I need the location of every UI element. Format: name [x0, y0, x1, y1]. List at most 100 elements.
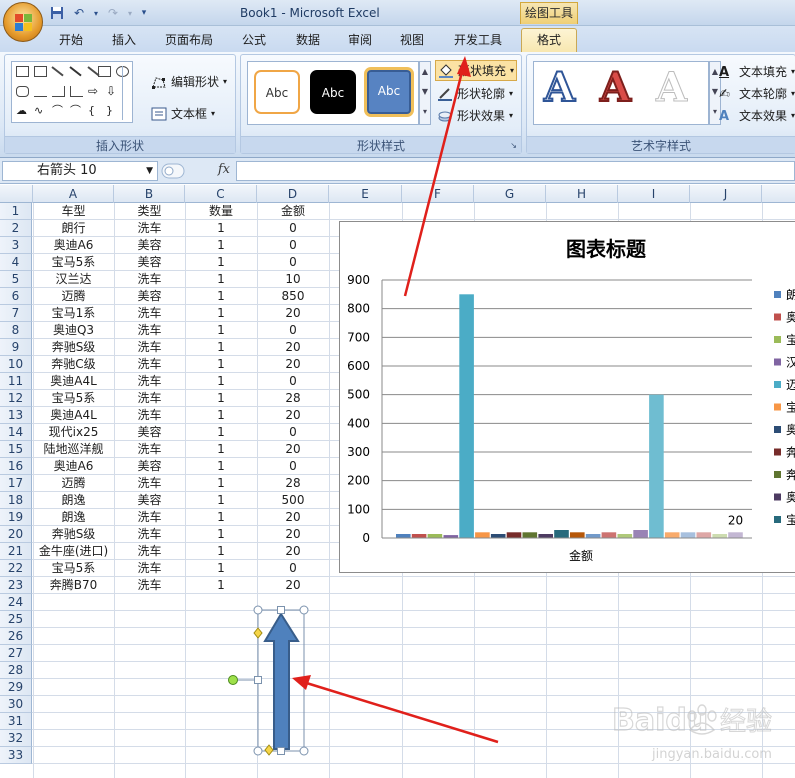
wordart-sample-1[interactable]: A — [543, 63, 576, 112]
data-cell[interactable]: 奔驰S级 — [33, 339, 114, 356]
data-cell[interactable]: 0 — [257, 220, 329, 237]
office-button[interactable] — [3, 2, 43, 42]
text-box-button[interactable]: 文本框 ▾ — [151, 105, 215, 122]
text-outline-button[interactable]: ✍ 文本轮廓 ▾ — [719, 85, 795, 102]
resize-handle-bottom-right[interactable] — [299, 746, 309, 756]
legend-swatch[interactable] — [774, 313, 781, 321]
legend-entry[interactable]: 宝 — [786, 333, 795, 347]
tab-page-layout[interactable]: 页面布局 — [165, 31, 213, 48]
data-cell[interactable]: 1 — [185, 526, 257, 543]
data-cell[interactable]: 洗车 — [114, 322, 185, 339]
data-cell[interactable]: 洗车 — [114, 271, 185, 288]
data-cell[interactable]: 1 — [185, 577, 257, 594]
resize-handle-bottom[interactable] — [277, 747, 285, 755]
data-cell[interactable]: 洗车 — [114, 390, 185, 407]
data-cell[interactable]: 洗车 — [114, 526, 185, 543]
data-cell[interactable]: 汉兰达 — [33, 271, 114, 288]
tab-insert[interactable]: 插入 — [112, 31, 136, 48]
column-header-d[interactable]: D — [257, 185, 329, 203]
data-cell[interactable]: 宝马1系 — [33, 305, 114, 322]
data-cell[interactable]: 1 — [185, 237, 257, 254]
column-header-a[interactable]: A — [33, 185, 114, 203]
column-header-g[interactable]: G — [474, 185, 546, 203]
legend-entry[interactable]: 奔 — [786, 468, 795, 482]
row-header[interactable]: 9 — [0, 339, 32, 356]
data-cell[interactable]: 现代ix25 — [33, 424, 114, 441]
data-cell[interactable]: 洗车 — [114, 220, 185, 237]
bar-series-22[interactable] — [728, 532, 743, 538]
data-cell[interactable]: 美容 — [114, 424, 185, 441]
row-header[interactable]: 2 — [0, 220, 32, 237]
tab-developer[interactable]: 开发工具 — [454, 31, 502, 48]
bar-series-16[interactable] — [633, 530, 648, 538]
bar-series-7[interactable] — [490, 534, 506, 538]
right-arrow-shape-icon[interactable]: ⇨ — [88, 85, 101, 97]
data-cell[interactable]: 1 — [185, 254, 257, 271]
data-cell[interactable]: 洗车 — [114, 441, 185, 458]
bar-series-19[interactable] — [680, 532, 696, 538]
data-cell[interactable]: 美容 — [114, 288, 185, 305]
data-cell[interactable]: 1 — [185, 305, 257, 322]
data-cell[interactable]: 20 — [257, 305, 329, 322]
undo-dropdown-icon[interactable]: ▾ — [92, 4, 100, 22]
elbow-arrow-connector-shape-icon[interactable] — [70, 86, 83, 97]
legend-swatch[interactable] — [774, 426, 781, 433]
data-cell[interactable]: 1 — [185, 441, 257, 458]
legend-swatch[interactable] — [774, 516, 781, 523]
shape-styles-gallery[interactable]: Abc Abc Abc — [247, 61, 419, 125]
data-cell[interactable]: 0 — [257, 373, 329, 390]
customize-qat-icon[interactable]: ▾ — [138, 4, 150, 22]
legend-entry[interactable]: 宝 — [786, 401, 795, 415]
data-cell[interactable]: 美容 — [114, 492, 185, 509]
data-cell[interactable]: 宝马5系 — [33, 390, 114, 407]
bar-series-14[interactable] — [601, 532, 617, 538]
data-cell[interactable]: 奥迪Q3 — [33, 322, 114, 339]
legend-entry[interactable]: 宝 — [786, 513, 795, 527]
elbow-connector-shape-icon[interactable] — [52, 86, 65, 97]
wordart-sample-3[interactable]: A — [655, 64, 687, 112]
row-header[interactable]: 8 — [0, 322, 32, 339]
tab-home[interactable]: 开始 — [59, 31, 83, 48]
triangle-shape-icon[interactable] — [34, 86, 47, 97]
data-cell[interactable]: 20 — [257, 509, 329, 526]
data-cell[interactable]: 0 — [257, 424, 329, 441]
rectangle-shape-icon[interactable] — [98, 66, 111, 77]
bar-series-20[interactable] — [696, 532, 712, 538]
row-header[interactable]: 11 — [0, 373, 32, 390]
data-cell[interactable]: 宝马5系 — [33, 254, 114, 271]
data-cell[interactable]: 1 — [185, 407, 257, 424]
data-cell[interactable]: 美容 — [114, 254, 185, 271]
row-header[interactable]: 33 — [0, 747, 32, 764]
tab-formulas[interactable]: 公式 — [242, 31, 266, 48]
legend-entry[interactable]: 汉 — [786, 356, 795, 370]
data-cell[interactable]: 奔驰S级 — [33, 526, 114, 543]
data-cell[interactable]: 陆地巡洋舰 — [33, 441, 114, 458]
row-header[interactable]: 32 — [0, 730, 32, 747]
data-cell[interactable]: 洗车 — [114, 475, 185, 492]
data-cell[interactable]: 1 — [185, 271, 257, 288]
resize-handle-top-right[interactable] — [299, 605, 309, 615]
bar-series-5[interactable] — [459, 294, 474, 538]
row-header[interactable]: 24 — [0, 594, 32, 611]
redo-icon[interactable]: ↷ — [104, 4, 122, 22]
shape-style-preset-3[interactable]: Abc — [364, 67, 414, 117]
data-cell[interactable]: 1 — [185, 560, 257, 577]
legend-entry[interactable]: 朗 — [786, 288, 795, 302]
data-cell[interactable]: 1 — [185, 339, 257, 356]
data-cell[interactable]: 20 — [257, 526, 329, 543]
data-cell[interactable]: 1 — [185, 475, 257, 492]
data-cell[interactable]: 迈腾 — [33, 475, 114, 492]
data-cell[interactable]: 20 — [257, 407, 329, 424]
row-header[interactable]: 16 — [0, 458, 32, 475]
data-cell[interactable]: 0 — [257, 254, 329, 271]
data-cell[interactable]: 美容 — [114, 237, 185, 254]
data-cell[interactable]: 朗逸 — [33, 509, 114, 526]
adjust-handle-head[interactable] — [253, 627, 263, 639]
text-box-shape-icon[interactable] — [16, 66, 29, 77]
legend-entry[interactable]: 迈 — [786, 378, 795, 392]
row-header[interactable]: 27 — [0, 645, 32, 662]
data-cell[interactable]: 洗车 — [114, 543, 185, 560]
row-header[interactable]: 13 — [0, 407, 32, 424]
row-header[interactable]: 4 — [0, 254, 32, 271]
legend-swatch[interactable] — [774, 493, 781, 501]
